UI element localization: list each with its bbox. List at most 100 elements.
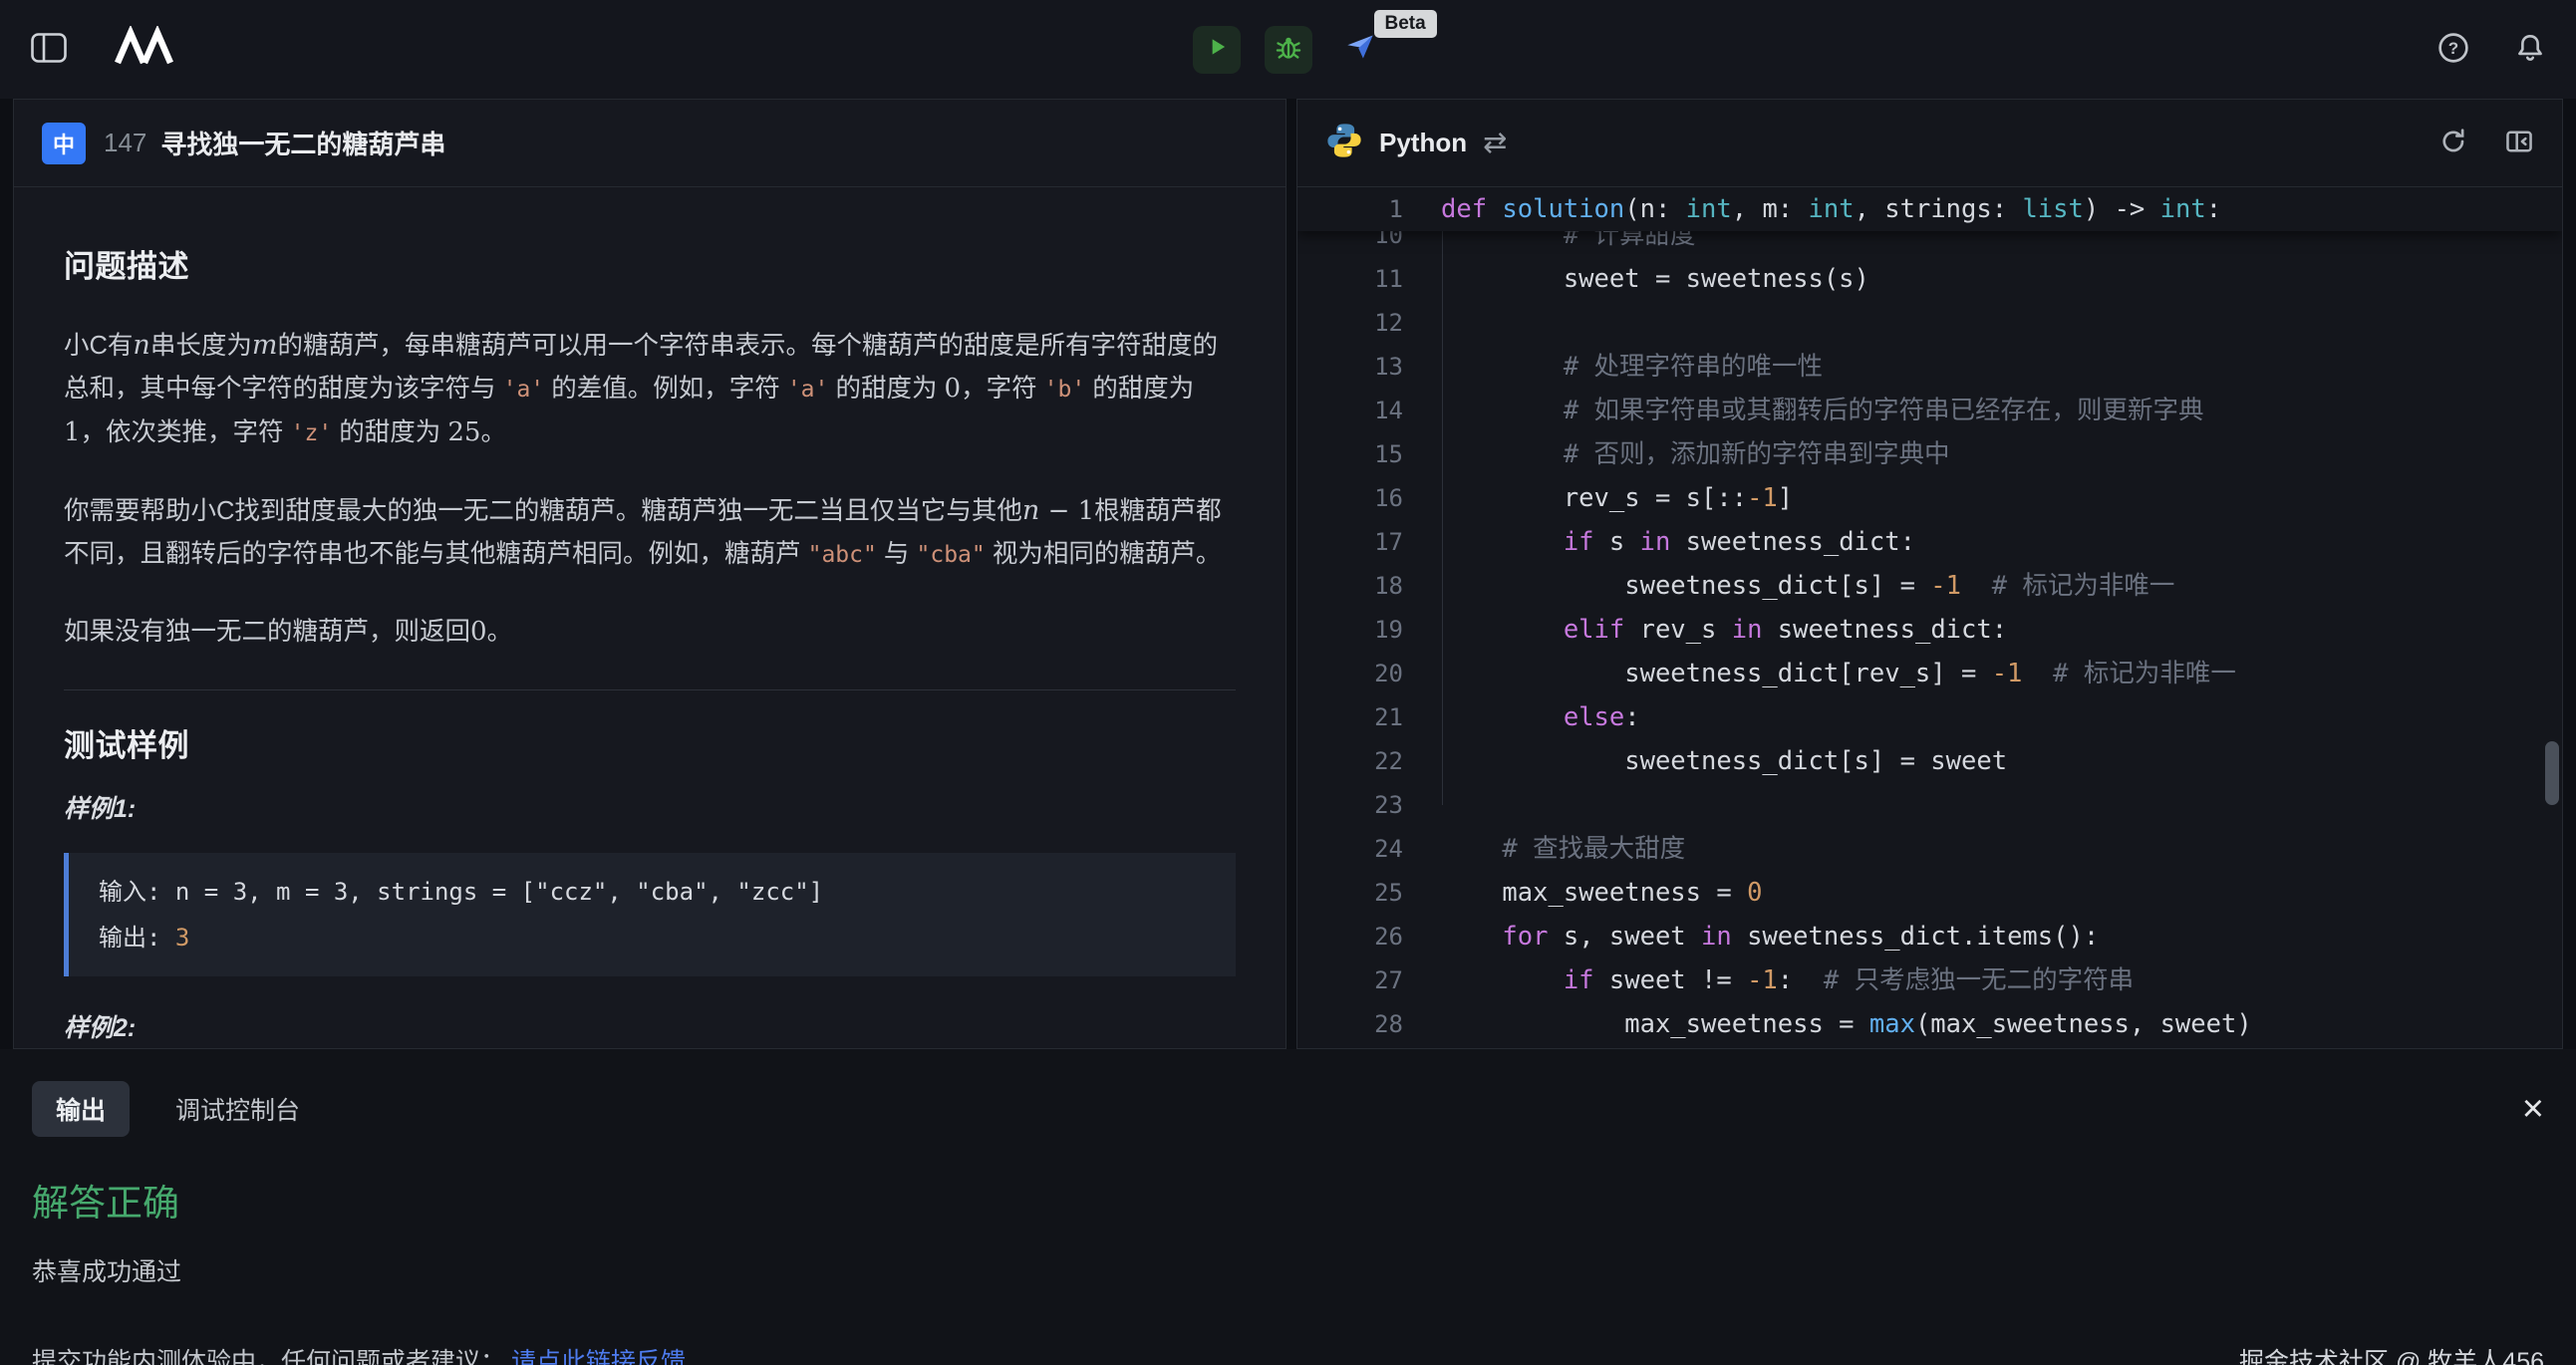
text-segment: n [133, 330, 149, 361]
code-line[interactable]: 11 sweet = sweetness(s) [1297, 257, 2562, 301]
code-content: # 如果字符串或其翻转后的字符串已经存在，则更新字典 [1441, 389, 2204, 432]
code-token: 0 [1747, 878, 1762, 908]
line-number: 20 [1297, 652, 1413, 695]
code-line[interactable]: 23 [1297, 783, 2562, 827]
switch-language-icon[interactable]: ⇄ [1483, 126, 1507, 160]
text-segment: 0 [945, 374, 962, 404]
code-token: solution [1502, 194, 1624, 224]
code-line[interactable]: 22 sweetness_dict[s] = sweet [1297, 739, 2562, 783]
text-segment: 3 [175, 924, 189, 952]
code-line[interactable]: 12 [1297, 301, 2562, 345]
samples-heading: 测试样例 [64, 720, 1236, 765]
code-token: (n: [1624, 194, 1685, 224]
feedback-link[interactable]: 请点此链接反馈 [511, 1342, 686, 1365]
marscode-logo[interactable] [114, 26, 175, 73]
code-line[interactable]: 20 sweetness_dict[rev_s] = -1 # 标记为非唯一 [1297, 652, 2562, 695]
code-token: : [1624, 702, 1639, 732]
code-line[interactable]: 13 # 处理字符串的唯一性 [1297, 345, 2562, 389]
line-number: 25 [1297, 871, 1413, 915]
problem-title: 寻找独一无二的糖葫芦串 [160, 125, 445, 161]
reset-code-button[interactable] [2438, 127, 2468, 159]
text-segment: ，依次类推，字符 [81, 418, 291, 446]
code-token: def [1441, 194, 1502, 224]
code-token: -1 [1930, 571, 1961, 601]
text-segment: 。 [480, 418, 506, 446]
code-line[interactable]: 28 max_sweetness = max(max_sweetness, sw… [1297, 1002, 2562, 1046]
code-token: s, sweet [1548, 922, 1701, 952]
problem-body: 问题描述 小C有n串长度为m的糖葫芦，每串糖葫芦可以用一个字符串表示。每个糖葫芦… [14, 187, 1286, 1048]
debug-button[interactable] [1265, 26, 1312, 74]
text-segment: "cba" [917, 542, 986, 568]
toggle-layout-button[interactable] [2504, 127, 2534, 159]
difficulty-badge: 中 [42, 123, 86, 164]
logo-icon [114, 26, 175, 73]
text-segment: 'b' [1044, 377, 1086, 403]
text-segment: 输出: [99, 924, 175, 952]
line-number: 1 [1297, 187, 1413, 231]
code-token: list [2022, 194, 2083, 224]
tab-debug-console[interactable]: 调试控制台 [175, 1091, 300, 1127]
code-line[interactable]: 15 # 否则，添加新的字符串到字典中 [1297, 432, 2562, 476]
problem-paragraph: 你需要帮助小C找到甜度最大的独一无二的糖葫芦。糖葫芦独一无二当且仅当它与其他n … [64, 489, 1236, 577]
text-segment: 视为相同的糖葫芦。 [986, 540, 1222, 568]
notifications-button[interactable] [2514, 32, 2546, 67]
console-tabs: 输出 调试控制台 × [32, 1081, 2544, 1137]
code-token: sweetness_dict.items(): [1732, 922, 2099, 952]
line-number: 16 [1297, 476, 1413, 520]
code-line[interactable]: 24 # 查找最大甜度 [1297, 827, 2562, 871]
tab-output[interactable]: 输出 [32, 1081, 130, 1137]
sidebar-toggle-button[interactable] [30, 31, 68, 68]
code-content: sweetness_dict[s] = -1 # 标记为非唯一 [1441, 564, 2174, 608]
code-line[interactable]: 19 elif rev_s in sweetness_dict: [1297, 608, 2562, 652]
code-editor[interactable]: 10 # 计算甜度11 sweet = sweetness(s)1213 # 处… [1297, 187, 2562, 1048]
section-divider [64, 689, 1236, 690]
sample-input-line: 输入: n = 3, m = 3, strings = ["ccz", "cba… [99, 869, 1206, 915]
code-content: # 处理字符串的唯一性 [1441, 345, 1823, 389]
line-number: 24 [1297, 827, 1413, 871]
code-content: else: [1441, 695, 1640, 739]
code-token: -1 [1747, 483, 1778, 513]
text-segment: 25 [447, 417, 480, 447]
code-token: , m: [1732, 194, 1809, 224]
code-line[interactable]: 27 if sweet != -1: # 只考虑独一无二的字符串 [1297, 958, 2562, 1002]
code-content: sweetness_dict[s] = sweet [1441, 739, 2007, 783]
text-segment: 的差值。例如，字符 [544, 375, 787, 403]
code-token: # 处理字符串的唯一性 [1564, 352, 1823, 382]
code-content: sweet = sweetness(s) [1441, 257, 1869, 301]
code-line[interactable]: 26 for s, sweet in sweetness_dict.items(… [1297, 915, 2562, 958]
code-token: ) -> [2084, 194, 2160, 224]
text-segment: m [252, 330, 278, 361]
svg-text:?: ? [2448, 39, 2458, 58]
code-line[interactable]: 25 max_sweetness = 0 [1297, 871, 2562, 915]
text-segment: ，字符 [961, 375, 1044, 403]
sample-output-line: 输出: 3 [99, 915, 1206, 960]
code-line[interactable]: 1def solution(n: int, m: int, strings: l… [1297, 187, 2562, 231]
code-line[interactable]: 14 # 如果字符串或其翻转后的字符串已经存在，则更新字典 [1297, 389, 2562, 432]
play-icon [1204, 34, 1230, 65]
code-line[interactable]: 18 sweetness_dict[s] = -1 # 标记为非唯一 [1297, 564, 2562, 608]
code-line[interactable]: 17 if s in sweetness_dict: [1297, 520, 2562, 564]
code-content: max_sweetness = 0 [1441, 871, 1762, 915]
bell-icon [2514, 32, 2546, 67]
community-credit: 掘金技术社区 @ 牧羊人456 [2239, 1342, 2544, 1365]
submit-button[interactable]: Beta [1336, 26, 1384, 74]
help-icon: ? [2436, 31, 2470, 68]
close-icon[interactable]: × [2522, 1090, 2544, 1128]
editor-actions [2438, 127, 2534, 159]
line-number: 17 [1297, 520, 1413, 564]
language-selector[interactable]: Python [1379, 128, 1467, 158]
code-token: # 标记为非唯一 [2053, 659, 2236, 688]
code-token: sweetness_dict[s] = [1624, 571, 1930, 601]
help-button[interactable]: ? [2436, 31, 2470, 68]
run-button[interactable] [1193, 26, 1241, 74]
code-token: -1 [1747, 965, 1778, 995]
sample1-label: 样例1: [64, 789, 1236, 825]
app-root: Beta ? 中 14 [0, 0, 2576, 1365]
text-segment: 的甜度为 [1085, 375, 1194, 403]
code-line[interactable]: 21 else: [1297, 695, 2562, 739]
console-footer: 提交功能内测体验中，任何问题或者建议： 请点此链接反馈 掘金技术社区 @ 牧羊人… [32, 1342, 2544, 1365]
editor-scrollbar-thumb[interactable] [2545, 741, 2559, 805]
line-number: 19 [1297, 608, 1413, 652]
code-content: rev_s = s[::-1] [1441, 476, 1793, 520]
code-line[interactable]: 16 rev_s = s[::-1] [1297, 476, 2562, 520]
